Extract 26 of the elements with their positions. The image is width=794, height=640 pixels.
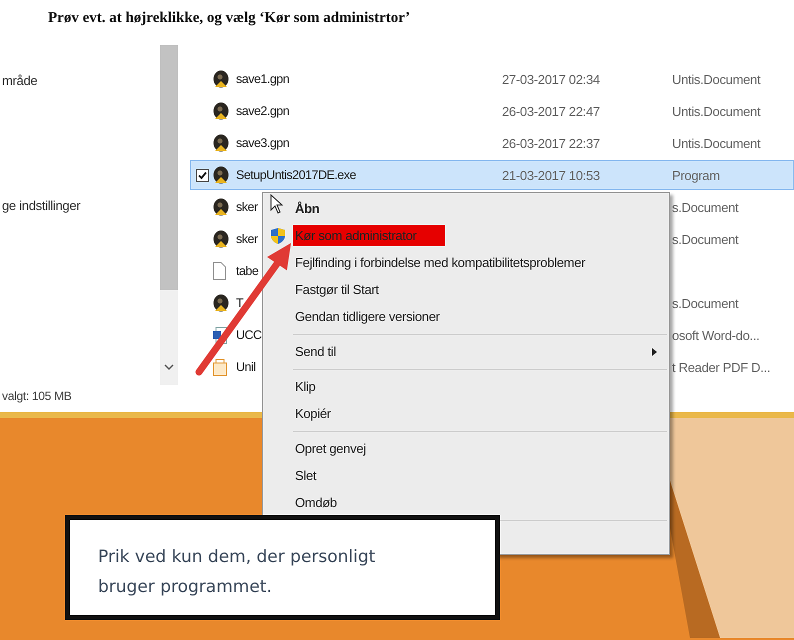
file-date: 21-03-2017 10:53 — [502, 168, 600, 182]
callout-text: Prik ved kun dem, der personligt bruger programmet. — [98, 547, 376, 597]
file-name: Unil — [236, 360, 256, 374]
file-name: save3.gpn — [236, 136, 290, 150]
file-name: UCC — [236, 328, 262, 342]
file-name: save2.gpn — [236, 104, 290, 118]
file-date: 27-03-2017 02:34 — [502, 72, 600, 86]
file-type: s.Document — [672, 200, 738, 214]
file-date: 26-03-2017 22:47 — [502, 104, 600, 118]
file-name: sker — [236, 232, 258, 246]
file-type: Untis.Document — [672, 104, 760, 118]
file-type: Untis.Document — [672, 72, 760, 86]
file-type: osoft Word-do... — [672, 328, 760, 342]
status-text: valgt: 105 MB — [2, 389, 72, 403]
file-type: s.Document — [672, 232, 738, 246]
file-name: T — [236, 296, 244, 310]
file-type: Untis.Document — [672, 136, 760, 150]
file-type: s.Document — [672, 296, 738, 310]
instruction-text: Prøv evt. at højreklikke, og vælg ‘Kør som administrtor’ — [47, 9, 412, 28]
file-name: SetupUntis2017DE.exe — [236, 168, 356, 182]
file-type: t Reader PDF D... — [672, 360, 770, 374]
file-name: save1.gpn — [236, 72, 290, 86]
file-date: 26-03-2017 22:37 — [502, 136, 600, 150]
file-type: Program — [672, 168, 720, 182]
file-name: sker — [236, 200, 258, 214]
file-name: tabe — [236, 264, 258, 278]
